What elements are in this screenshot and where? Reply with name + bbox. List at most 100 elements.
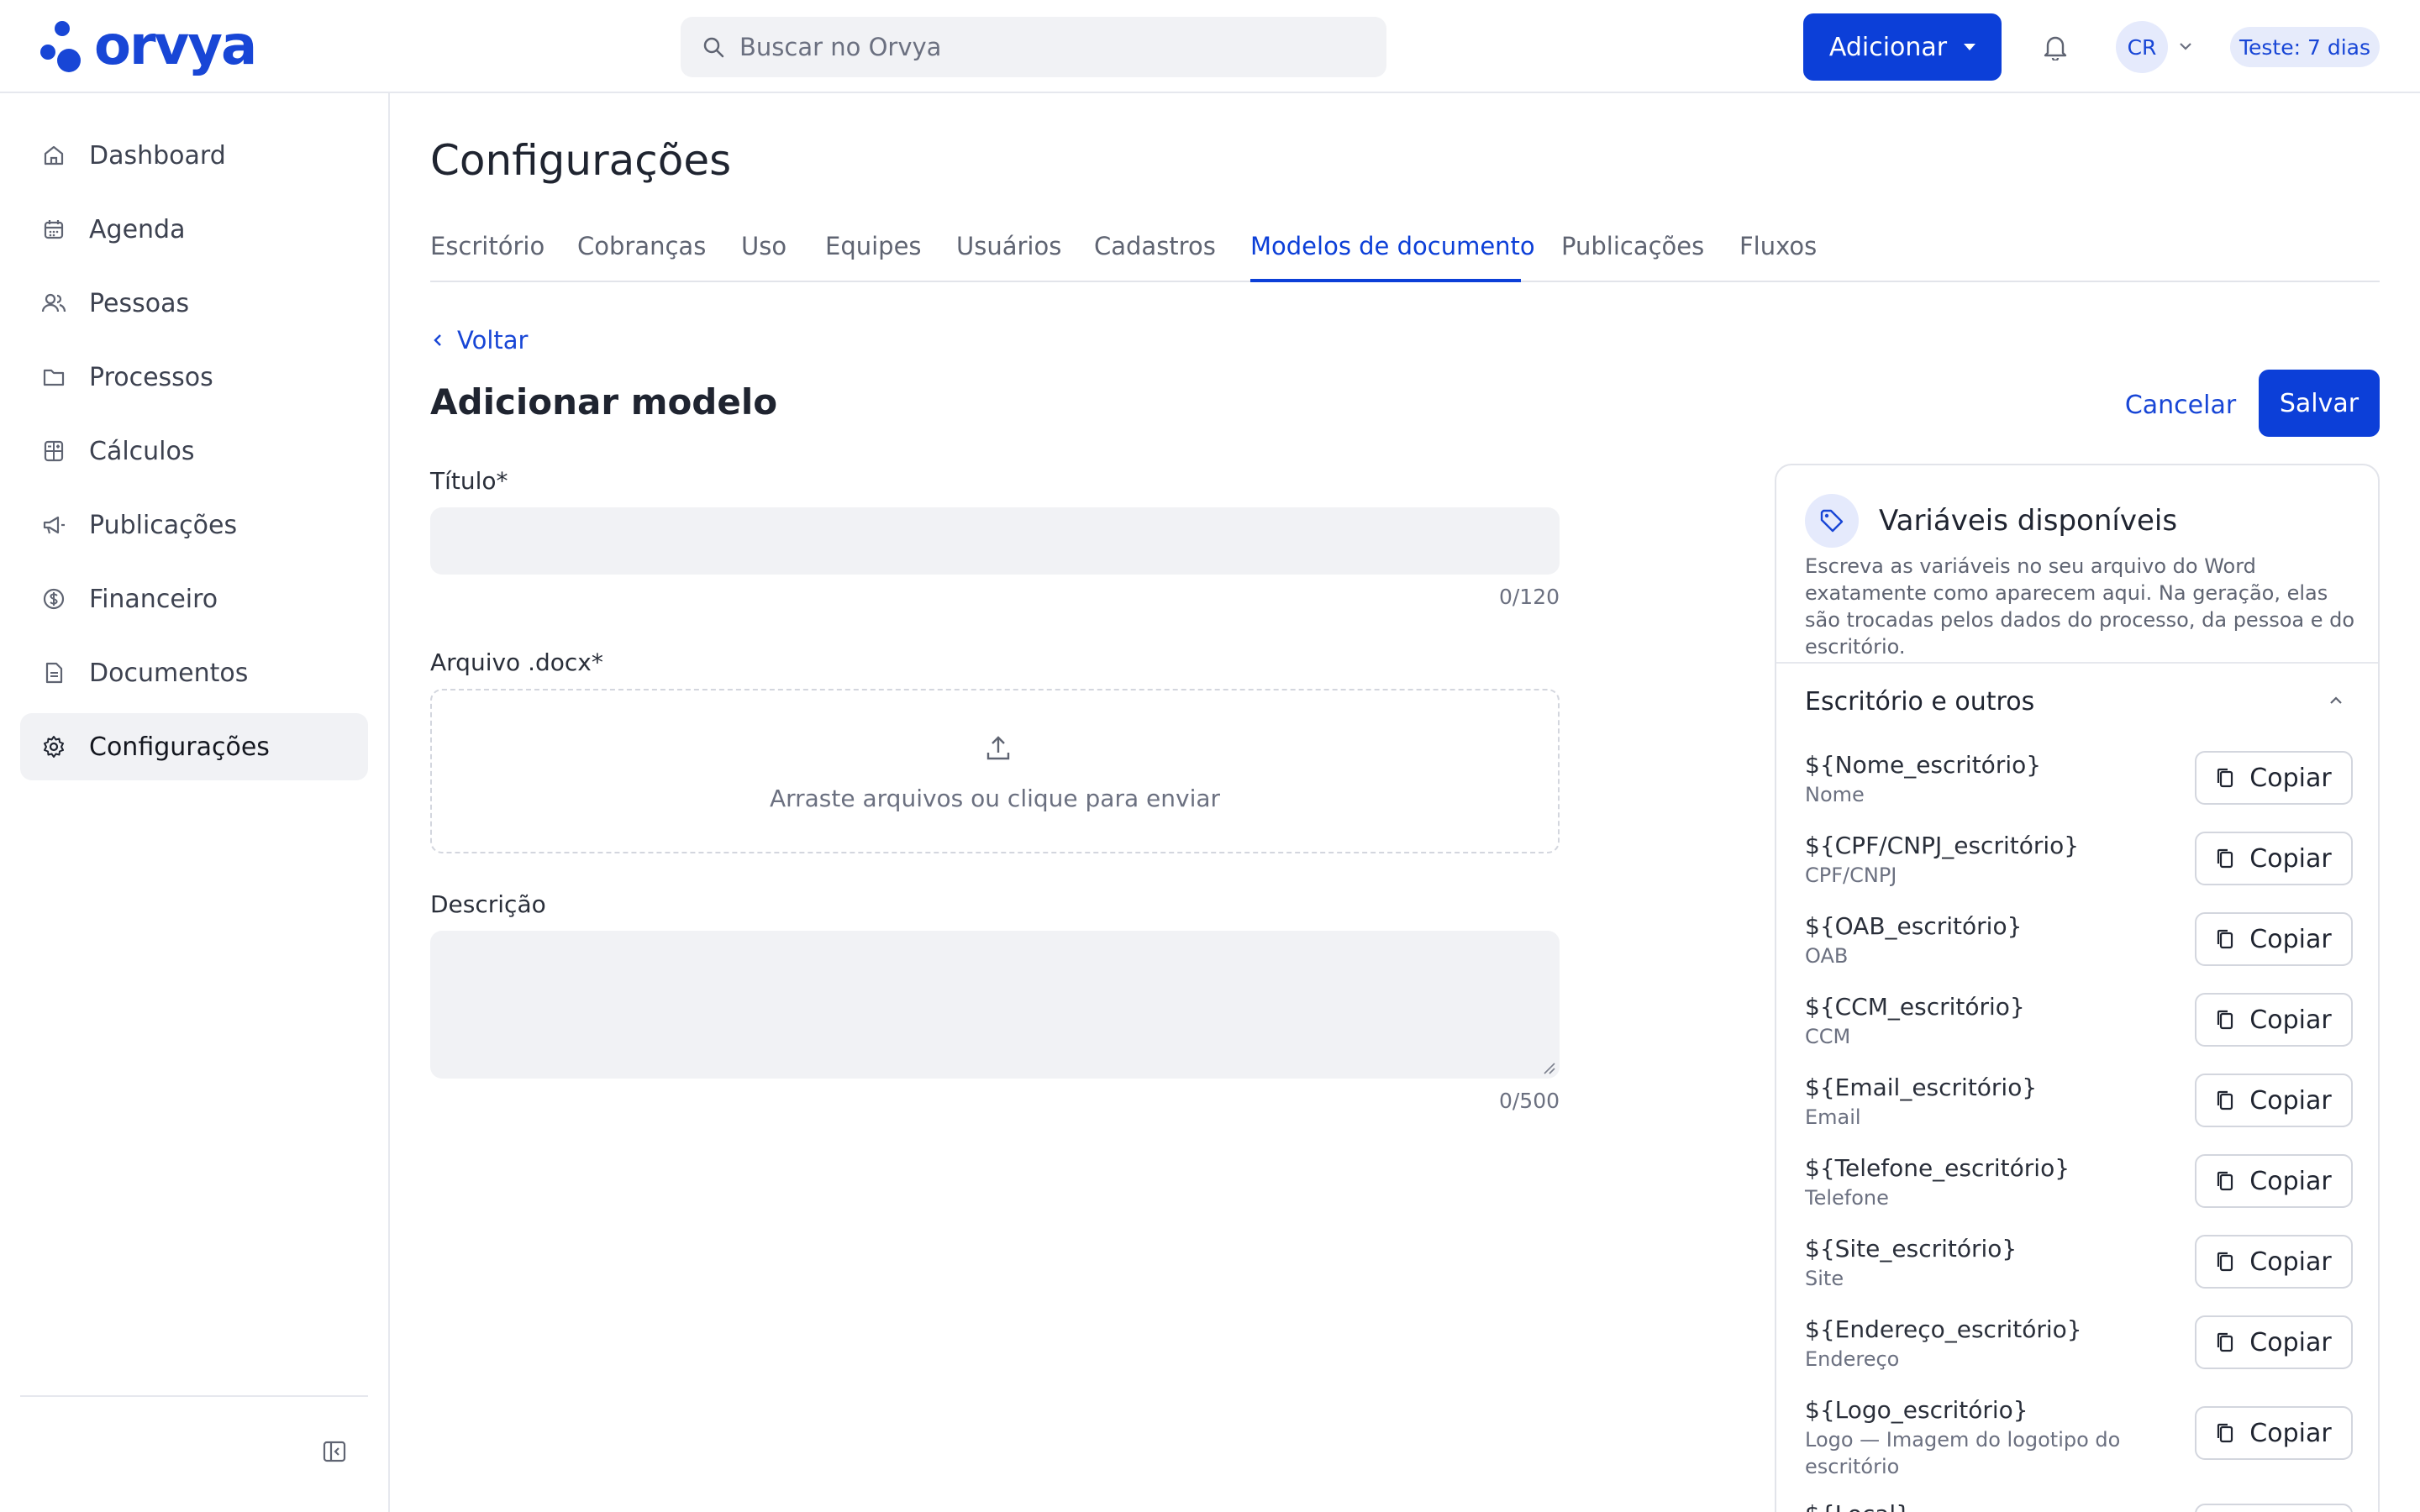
sidebar-item-processos[interactable]: Processos	[20, 344, 368, 411]
copy-button[interactable]: Copiar	[2195, 832, 2353, 885]
tab-cobrancas[interactable]: Cobranças	[577, 232, 706, 260]
back-link-label: Voltar	[457, 326, 529, 354]
avatar[interactable]: CR	[2116, 21, 2168, 73]
variable-code: ${Email_escritório}	[1805, 1074, 2038, 1101]
sidebar-item-label: Agenda	[89, 214, 186, 244]
copy-button-label: Copiar	[2249, 763, 2332, 793]
caret-down-icon	[1964, 44, 1976, 50]
variable-row: ${Telefone_escritório} Telefone Copiar	[1805, 1154, 2353, 1221]
sidebar-item-calculos[interactable]: Cálculos	[20, 417, 368, 485]
variable-row: ${CCM_escritório} CCM Copiar	[1805, 993, 2353, 1060]
copy-icon	[2217, 1332, 2233, 1352]
sidebar-item-pessoas[interactable]: Pessoas	[20, 270, 368, 337]
variable-row: ${Nome_escritório} Nome Copiar	[1805, 751, 2353, 818]
variable-caption: Site	[1805, 1267, 1844, 1290]
tab-usuarios[interactable]: Usuários	[956, 232, 1061, 260]
sidebar-item-label: Documentos	[89, 658, 249, 688]
copy-button-label: Copiar	[2249, 1247, 2332, 1277]
file-field-label: Arquivo .docx*	[430, 648, 603, 676]
copy-button[interactable]: Copiar	[2195, 751, 2353, 805]
title-input[interactable]	[430, 507, 1560, 575]
variable-code: ${Nome_escritório}	[1805, 751, 2042, 779]
variable-code: ${Site_escritório}	[1805, 1235, 2018, 1263]
file-dropzone[interactable]: Arraste arquivos ou clique para enviar	[430, 689, 1560, 853]
sidebar-item-financeiro[interactable]: Financeiro	[20, 565, 368, 633]
copy-button[interactable]: Copiar	[2195, 912, 2353, 966]
copy-button-label: Copiar	[2249, 924, 2332, 954]
dropzone-text: Arraste arquivos ou clique para enviar	[769, 785, 1221, 812]
copy-icon	[2217, 768, 2233, 788]
copy-button[interactable]: Copiar	[2195, 993, 2353, 1047]
sidebar-item-publicacoes[interactable]: Publicações	[20, 491, 368, 559]
dollar-icon	[40, 585, 67, 612]
copy-icon	[2217, 848, 2233, 869]
copy-icon	[2217, 1423, 2233, 1443]
collapse-sidebar-icon[interactable]	[321, 1438, 348, 1465]
sidebar-item-label: Pessoas	[89, 288, 190, 318]
document-icon	[40, 659, 67, 686]
variable-caption: Nome	[1805, 783, 1865, 806]
notifications-bell-icon[interactable]	[2040, 30, 2070, 64]
copy-button-label: Copiar	[2249, 1085, 2332, 1116]
variables-title: Variáveis disponíveis	[1879, 504, 2178, 538]
sidebar-item-agenda[interactable]: Agenda	[20, 196, 368, 263]
tab-fluxos[interactable]: Fluxos	[1739, 232, 1817, 260]
variable-row: ${CPF/CNPJ_escritório} CPF/CNPJ Copiar	[1805, 832, 2353, 899]
add-button[interactable]: Adicionar	[1803, 13, 2002, 81]
copy-icon	[2217, 929, 2233, 949]
chevron-up-icon[interactable]	[2326, 690, 2346, 711]
description-field-label: Descrição	[430, 890, 546, 918]
variables-group-title[interactable]: Escritório e outros	[1805, 687, 2034, 717]
variable-code: ${OAB_escritório}	[1805, 912, 2023, 940]
copy-button[interactable]: Copiar	[2195, 1504, 2353, 1512]
copy-button[interactable]: Copiar	[2195, 1154, 2353, 1208]
copy-button[interactable]: Copiar	[2195, 1074, 2353, 1127]
variable-code: ${Logo_escritório}	[1805, 1396, 2028, 1424]
divider	[1776, 662, 2378, 664]
calculator-icon	[40, 438, 67, 465]
chevron-down-icon[interactable]	[2176, 37, 2195, 55]
search-input[interactable]	[739, 33, 1328, 61]
variables-panel: Variáveis disponíveis Escreva as variáve…	[1775, 464, 2380, 1512]
tab-publicacoes[interactable]: Publicações	[1561, 232, 1704, 260]
sidebar-item-label: Dashboard	[89, 140, 226, 171]
tab-cadastros[interactable]: Cadastros	[1094, 232, 1216, 260]
sidebar: Dashboard Agenda Pessoas Processos Cálcu…	[0, 93, 390, 1512]
description-textarea[interactable]	[430, 931, 1560, 1079]
copy-button[interactable]: Copiar	[2195, 1315, 2353, 1369]
variable-code: ${Endereço_escritório}	[1805, 1315, 2082, 1343]
variable-row: ${Local} Copiar	[1805, 1500, 2353, 1512]
title-field-label: Título*	[430, 467, 508, 495]
logo[interactable]: orvya	[39, 18, 257, 74]
search-icon	[681, 36, 724, 58]
chevron-left-icon	[434, 334, 441, 346]
tab-modelos-de-documento[interactable]: Modelos de documento	[1250, 232, 1535, 260]
copy-icon	[2217, 1171, 2233, 1191]
copy-button-label: Copiar	[2249, 843, 2332, 874]
variable-caption: Endereço	[1805, 1347, 1900, 1371]
tab-uso[interactable]: Uso	[741, 232, 786, 260]
tab-escritorio[interactable]: Escritório	[430, 232, 544, 260]
tab-equipes[interactable]: Equipes	[825, 232, 922, 260]
search-bar[interactable]	[681, 17, 1386, 77]
resize-handle-icon[interactable]	[1541, 1060, 1556, 1075]
copy-button-label: Copiar	[2249, 1418, 2332, 1448]
sidebar-item-dashboard[interactable]: Dashboard	[20, 122, 368, 189]
gear-icon	[40, 733, 67, 760]
copy-button[interactable]: Copiar	[2195, 1406, 2353, 1460]
copy-button[interactable]: Copiar	[2195, 1235, 2353, 1289]
variable-code: ${CCM_escritório}	[1805, 993, 2025, 1021]
trial-badge[interactable]: Teste: 7 dias	[2230, 27, 2380, 67]
sidebar-item-label: Publicações	[89, 510, 238, 540]
variable-row: ${Endereço_escritório} Endereço Copiar	[1805, 1315, 2353, 1383]
calendar-icon	[40, 216, 67, 243]
sidebar-item-configuracoes[interactable]: Configurações	[20, 713, 368, 780]
top-bar: orvya Adicionar CR Teste: 7 dias	[0, 0, 2420, 93]
save-button[interactable]: Salvar	[2259, 370, 2380, 437]
sidebar-item-label: Cálculos	[89, 436, 195, 466]
back-link[interactable]: Voltar	[432, 326, 528, 354]
active-tab-indicator	[1250, 279, 1521, 282]
megaphone-icon	[40, 512, 67, 538]
cancel-button[interactable]: Cancelar	[2118, 375, 2244, 435]
sidebar-item-documentos[interactable]: Documentos	[20, 639, 368, 706]
